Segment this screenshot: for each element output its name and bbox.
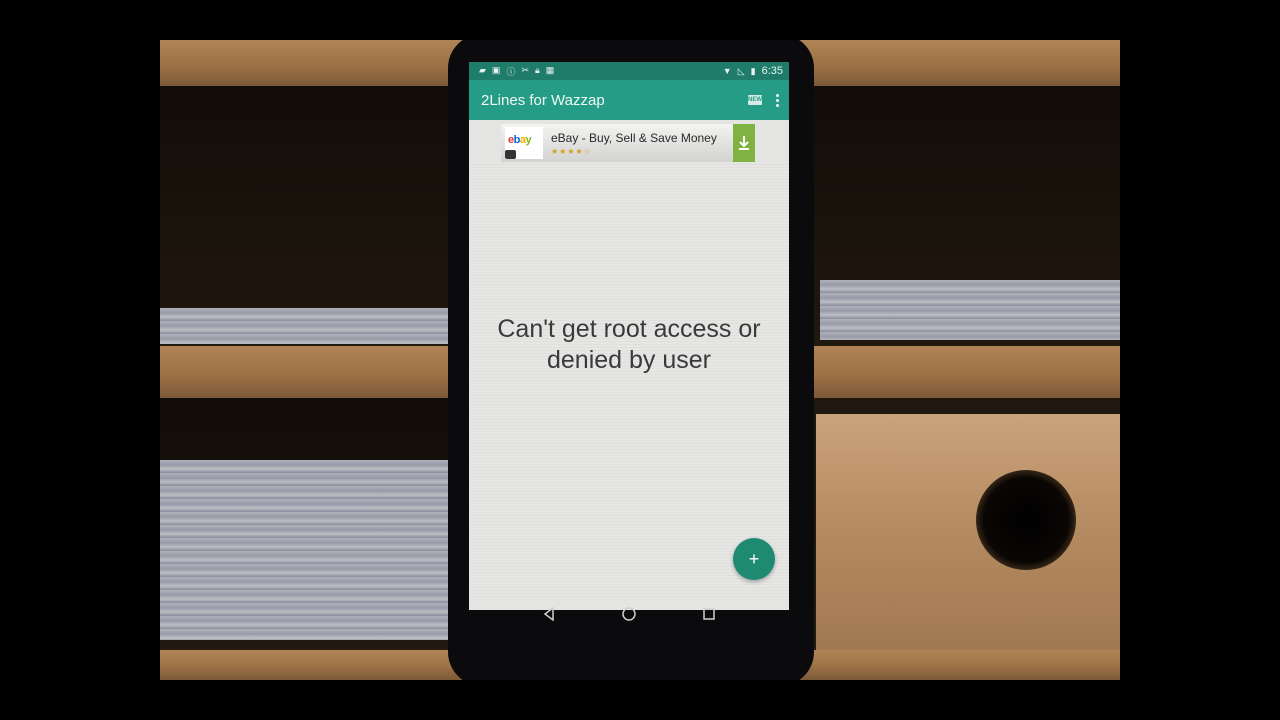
- app-bar: 2Lines for Wazzap NEW: [469, 80, 789, 120]
- root-access-message: Can't get root access or denied by user: [497, 315, 761, 374]
- image-icon: ▰: [479, 64, 486, 75]
- papers-left-upper: [160, 308, 450, 344]
- android-icon: ▦: [545, 64, 555, 75]
- ebay-logo: ebay: [505, 127, 543, 159]
- papers-right-upper: [820, 280, 1120, 340]
- ad-text: eBay - Buy, Sell & Save Money ★★★★☆: [551, 131, 717, 156]
- tools-icon: ✂: [521, 64, 529, 75]
- more-vert-icon[interactable]: [776, 93, 779, 107]
- ebay-logo-y: y: [525, 134, 532, 146]
- camera-icon: [505, 150, 516, 159]
- navigation-bar: [469, 590, 789, 638]
- status-notification-icons: ▰ ▣ ⓘ ✂ 🔒︎ ▦: [469, 65, 554, 78]
- status-time: 6:35: [761, 65, 783, 77]
- add-fab-button[interactable]: +: [733, 538, 775, 580]
- drawer-handle-hole: [976, 470, 1076, 570]
- status-bar: ▰ ▣ ⓘ ✂ 🔒︎ ▦ ▼ ◺ ▮ 6:35: [469, 62, 789, 80]
- status-system-icons: ▼ ◺ ▮ 6:35: [723, 65, 789, 77]
- download-icon[interactable]: [733, 124, 755, 162]
- battery-icon: ▮: [750, 65, 756, 76]
- facebook-icon: ▣: [491, 64, 501, 75]
- ad-rating-stars: ★★★★☆: [551, 146, 592, 156]
- wooden-drawer: [816, 414, 1120, 654]
- new-icon[interactable]: NEW: [748, 95, 762, 105]
- main-content: Can't get root access or denied by user: [469, 162, 789, 598]
- info-icon: ⓘ: [506, 66, 516, 77]
- phone: ▰ ▣ ⓘ ✂ 🔒︎ ▦ ▼ ◺ ▮ 6:35 2Lines for Wazza…: [448, 40, 814, 680]
- ad-title: eBay - Buy, Sell & Save Money: [551, 130, 717, 145]
- wifi-icon: ▼: [722, 66, 732, 76]
- phone-screen: ▰ ▣ ⓘ ✂ 🔒︎ ▦ ▼ ◺ ▮ 6:35 2Lines for Wazza…: [469, 62, 789, 610]
- ad-banner[interactable]: ebay eBay - Buy, Sell & Save Money ★★★★☆: [501, 124, 755, 162]
- app-actions: NEW: [748, 93, 789, 107]
- home-icon[interactable]: [618, 603, 640, 625]
- recents-icon[interactable]: [698, 603, 720, 625]
- back-icon[interactable]: [538, 603, 560, 625]
- papers-left-lower: [160, 460, 450, 640]
- video-frame: ▰ ▣ ⓘ ✂ 🔒︎ ▦ ▼ ◺ ▮ 6:35 2Lines for Wazza…: [160, 40, 1120, 680]
- app-title: 2Lines for Wazzap: [481, 91, 605, 109]
- signal-icon: ◺: [737, 65, 745, 76]
- lock-icon: 🔒︎: [535, 64, 540, 75]
